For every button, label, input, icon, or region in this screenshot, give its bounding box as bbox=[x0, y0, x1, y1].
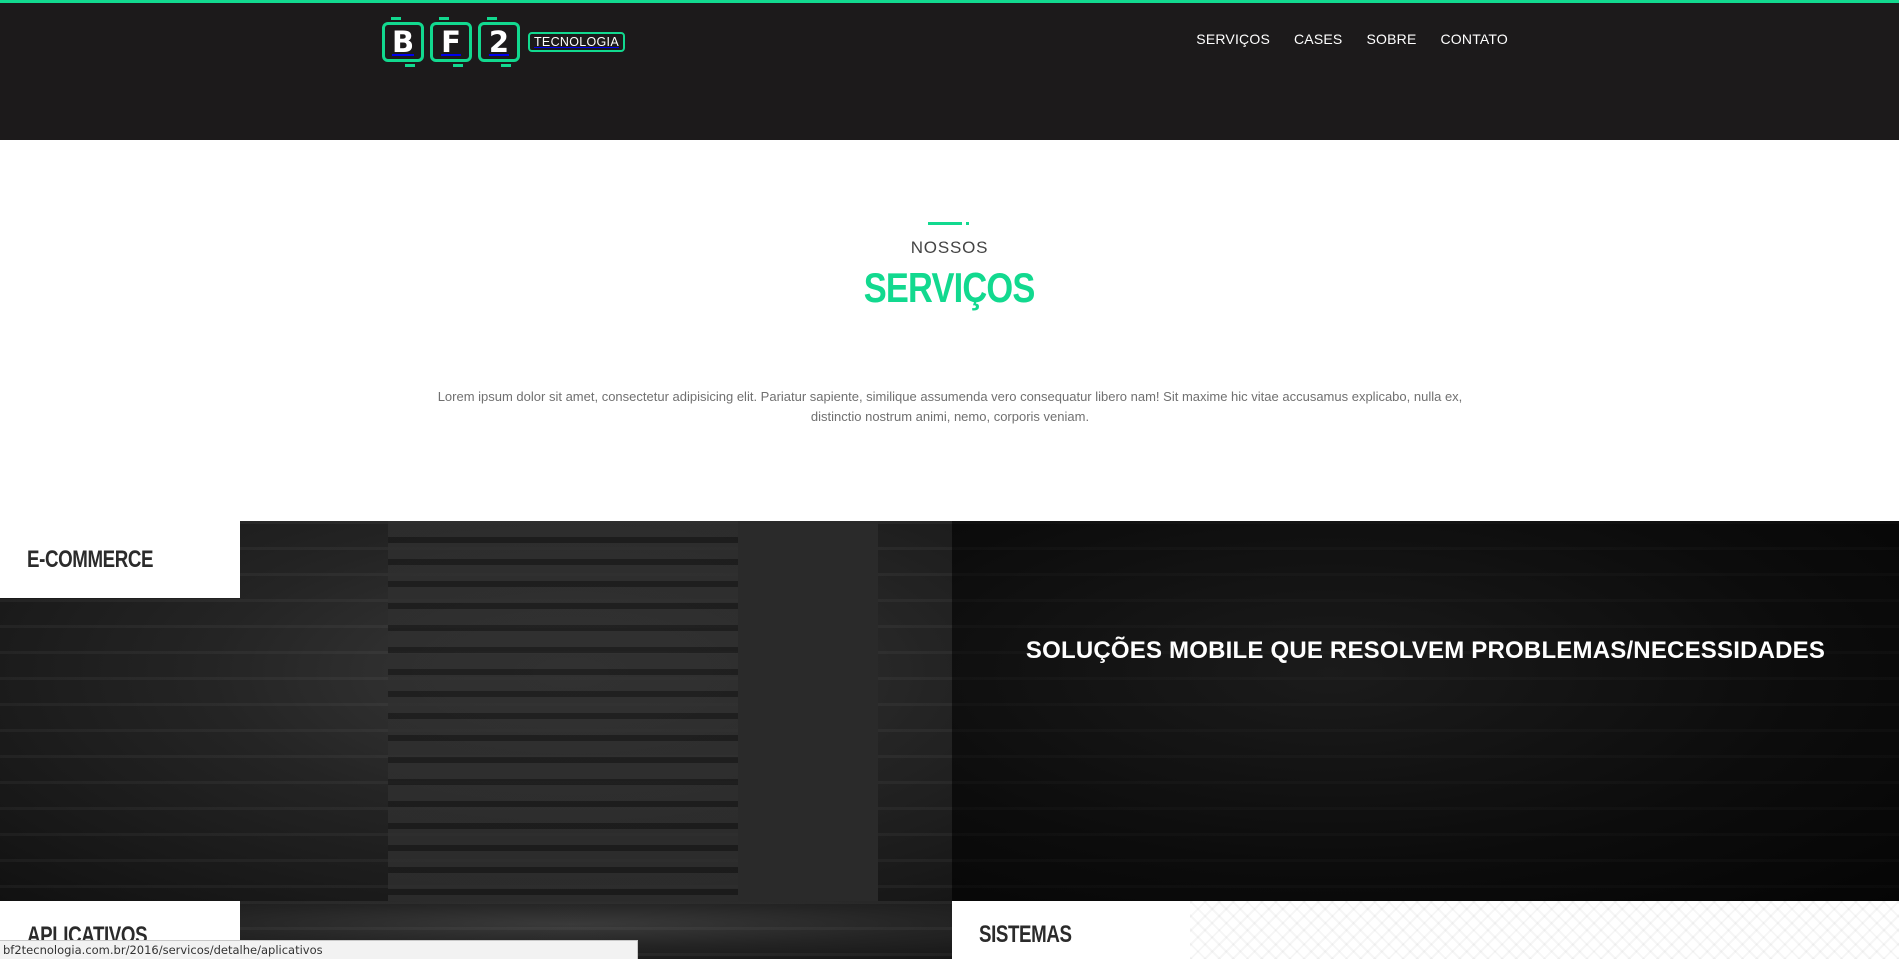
background-door bbox=[738, 521, 878, 901]
logo-letters: B F 2 bbox=[382, 17, 520, 67]
nav-item-contato[interactable]: CONTATO bbox=[1440, 31, 1508, 47]
section-kicker: NOSSOS bbox=[910, 238, 989, 257]
services-heading: NOSSOS SERVIÇOS bbox=[0, 222, 1899, 312]
accent-dot bbox=[965, 222, 969, 225]
section-intro: Lorem ipsum dolor sit amet, consectetur … bbox=[400, 387, 1500, 427]
logo-letter: B bbox=[391, 24, 415, 59]
nav-item-sobre[interactable]: SOBRE bbox=[1366, 31, 1416, 47]
nav-item-cases[interactable]: CASES bbox=[1294, 31, 1342, 47]
tile-label-sistemas: SISTEMAS bbox=[979, 921, 1072, 948]
tile-heading-mobile: SOLUÇÕES MOBILE QUE RESOLVEM PROBLEMAS/N… bbox=[1025, 637, 1826, 664]
accent-line bbox=[927, 222, 962, 225]
decorative-pattern bbox=[1190, 901, 1899, 959]
main-nav: SERVIÇOS CASES SOBRE CONTATO bbox=[1196, 31, 1508, 47]
logo-letter-box: F bbox=[430, 17, 472, 67]
nav-item-servicos[interactable]: SERVIÇOS bbox=[1196, 31, 1270, 47]
intro-line: distinctio nostrum animi, nemo, corporis… bbox=[810, 409, 1090, 424]
services-grid: E-COMMERCE SOLUÇÕES MOBILE QUE RESOLVEM … bbox=[0, 521, 1899, 959]
service-tile-mobile: SOLUÇÕES MOBILE QUE RESOLVEM PROBLEMAS/N… bbox=[952, 521, 1899, 901]
site-header: B F 2 TECNOLOGIA SERVIÇOS CASES SOBRE CO… bbox=[0, 0, 1899, 140]
logo-tag-text: TECNOLOGIA bbox=[534, 35, 619, 49]
tile-label-box: SISTEMAS bbox=[952, 901, 1192, 959]
tile-label-box: E-COMMERCE bbox=[0, 521, 240, 598]
section-title: SERVIÇOS bbox=[864, 264, 1036, 311]
bf2-logo[interactable]: B F 2 TECNOLOGIA bbox=[382, 16, 625, 68]
logo-letter-box: B bbox=[382, 17, 424, 67]
logo-letter-box: 2 bbox=[478, 17, 520, 67]
title-accent-bar bbox=[927, 222, 972, 225]
logo-tag: TECNOLOGIA bbox=[528, 32, 625, 52]
browser-status-bar: bf2tecnologia.com.br/2016/servicos/detal… bbox=[0, 940, 638, 959]
logo-letter: 2 bbox=[488, 24, 510, 59]
service-tile-ecommerce[interactable]: E-COMMERCE bbox=[0, 521, 952, 901]
background-shutter bbox=[388, 521, 738, 901]
intro-line: Lorem ipsum dolor sit amet, consectetur … bbox=[437, 389, 1463, 404]
tile-label-ecommerce: E-COMMERCE bbox=[27, 545, 154, 573]
logo-letter: F bbox=[441, 24, 461, 59]
status-url: bf2tecnologia.com.br/2016/servicos/detal… bbox=[3, 943, 323, 957]
